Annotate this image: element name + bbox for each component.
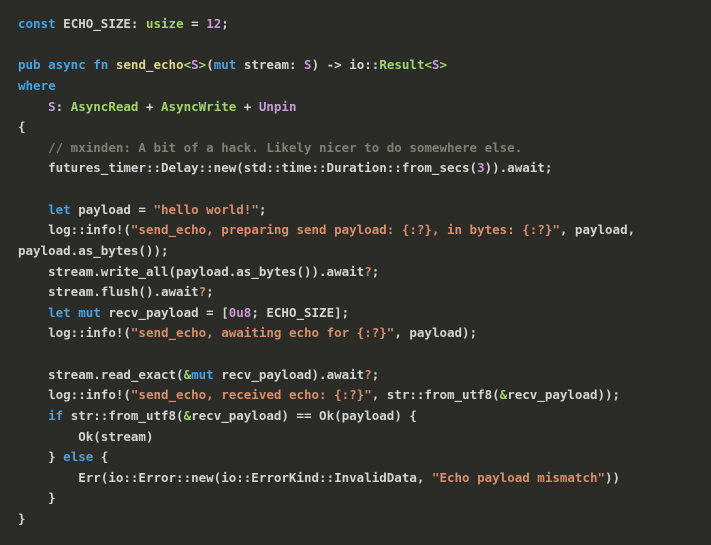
- kw-mut: mut: [191, 367, 214, 382]
- expr: recv_payload) == Ok(payload) {: [191, 408, 417, 423]
- plus: +: [138, 99, 161, 114]
- sp: [41, 57, 49, 72]
- kw-pub: pub: [18, 57, 41, 72]
- macro-call: log::info!(: [48, 387, 131, 402]
- indent: [18, 140, 48, 155]
- semi: ;: [206, 284, 214, 299]
- expr: stream.write_all(payload.as_bytes()).awa…: [48, 264, 364, 279]
- kw-let: let: [48, 202, 71, 217]
- num-lit: 0u8: [229, 305, 252, 320]
- expr: futures_timer::Delay::new(std::time::Dur…: [48, 160, 477, 175]
- string-lit: "send_echo, preparing send payload: {:?}…: [131, 222, 560, 237]
- ret: ) -> io::: [312, 57, 380, 72]
- trait-unpin: Unpin: [259, 99, 297, 114]
- expr: Err(io::Error::new(io::ErrorKind::Invali…: [78, 470, 432, 485]
- arg: stream:: [236, 57, 304, 72]
- kw-else: else: [63, 449, 93, 464]
- expr: recv_payload));: [507, 387, 620, 402]
- num: 12: [206, 16, 221, 31]
- kw-mut: mut: [78, 305, 101, 320]
- try-op: ?: [364, 367, 372, 382]
- expr: Ok(stream): [78, 429, 153, 444]
- string-lit: "hello world!": [153, 202, 258, 217]
- indent: [18, 305, 48, 320]
- expr: )): [605, 470, 620, 485]
- expr: str::from_utf8(: [63, 408, 183, 423]
- assign: recv_payload = [: [101, 305, 229, 320]
- sp: [108, 57, 116, 72]
- string-lit: "send_echo, awaiting echo for {:?}": [131, 325, 394, 340]
- brace-close: }: [18, 511, 26, 526]
- expr: stream.flush().await: [48, 284, 199, 299]
- expr: )).await;: [485, 160, 553, 175]
- paren: (: [206, 57, 214, 72]
- indent: [18, 325, 48, 340]
- code-block: const ECHO_SIZE: usize = 12; pub async f…: [18, 14, 693, 530]
- string-lit: "Echo payload mismatch": [432, 470, 605, 485]
- brace-open: {: [18, 119, 26, 134]
- kw-where: where: [18, 78, 56, 93]
- plus: +: [236, 99, 259, 114]
- brace: {: [93, 449, 108, 464]
- expr: ; ECHO_SIZE];: [251, 305, 349, 320]
- semi: ;: [372, 367, 380, 382]
- indent: [18, 490, 48, 505]
- ident: ECHO_SIZE: [56, 16, 131, 31]
- macro-call: log::info!(: [48, 325, 131, 340]
- kw-if: if: [48, 408, 63, 423]
- semi: ;: [221, 16, 229, 31]
- trait-asyncwrite: AsyncWrite: [161, 99, 236, 114]
- indent: [18, 160, 48, 175]
- indent: [18, 202, 48, 217]
- comment: // mxinden: A bit of a hack. Likely nice…: [48, 140, 522, 155]
- kw-fn: fn: [93, 57, 108, 72]
- kw-let: let: [48, 305, 71, 320]
- expr: stream.read_exact(: [48, 367, 183, 382]
- angle-open: <: [184, 57, 192, 72]
- indent: [18, 387, 48, 402]
- macro-call: log::info!(: [48, 222, 131, 237]
- indent: [18, 470, 78, 485]
- num: 3: [477, 160, 485, 175]
- args: , str::from_utf8(: [372, 387, 500, 402]
- brace-close: }: [48, 490, 56, 505]
- indent: [18, 408, 48, 423]
- generic-s: S: [432, 57, 440, 72]
- fn-name: send_echo: [116, 57, 184, 72]
- op: =: [184, 16, 207, 31]
- angle-open: <: [424, 57, 432, 72]
- assign: payload =: [71, 202, 154, 217]
- indent: [18, 367, 48, 382]
- type-result: Result: [379, 57, 424, 72]
- indent: [18, 284, 48, 299]
- semi: ;: [372, 264, 380, 279]
- indent: [18, 429, 78, 444]
- semi: ;: [259, 202, 267, 217]
- generic-s: S: [191, 57, 199, 72]
- kw-async: async: [48, 57, 86, 72]
- expr: recv_payload).await: [214, 367, 365, 382]
- string-lit: "send_echo, received echo: {:?}": [131, 387, 372, 402]
- trait-asyncread: AsyncRead: [71, 99, 139, 114]
- generic-s: S: [304, 57, 312, 72]
- indent: [18, 264, 48, 279]
- amp: &: [184, 408, 192, 423]
- type-usize: usize: [146, 16, 184, 31]
- amp: &: [184, 367, 192, 382]
- generic-s: S: [48, 99, 56, 114]
- indent: [18, 222, 48, 237]
- indent: [18, 449, 48, 464]
- args: , payload);: [394, 325, 477, 340]
- colon: :: [56, 99, 71, 114]
- try-op: ?: [364, 264, 372, 279]
- punct: :: [131, 16, 146, 31]
- kw-const: const: [18, 16, 56, 31]
- kw-mut: mut: [214, 57, 237, 72]
- angle-close: >: [440, 57, 448, 72]
- brace: }: [48, 449, 63, 464]
- indent: [18, 99, 48, 114]
